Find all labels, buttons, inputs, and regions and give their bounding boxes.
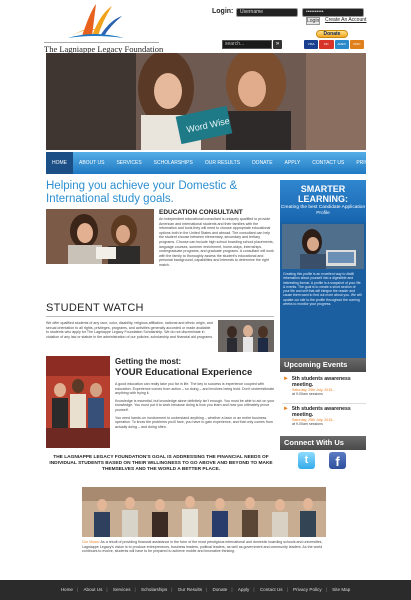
- arrow-bullet-icon: ►: [283, 406, 289, 412]
- footer-separator: |: [77, 587, 79, 592]
- smarter-learning-photo: [282, 224, 364, 269]
- footer-link-apply[interactable]: Apply: [236, 587, 252, 592]
- footer-link-contact-us[interactable]: Contact Us: [258, 587, 285, 592]
- footer-link-our-results[interactable]: Our Results: [176, 587, 204, 592]
- mastercard-icon: MC: [319, 40, 334, 49]
- footer-link-donate[interactable]: Donate: [211, 587, 230, 592]
- create-account-link[interactable]: Create An Account: [325, 17, 366, 23]
- event-title: ► 5th students awareness meeting.: [282, 376, 366, 388]
- footer-link-privacy-policy[interactable]: Privacy Policy: [291, 587, 324, 592]
- consultant-title: EDUCATION CONSULTANT: [159, 209, 243, 216]
- students-group-photo: [82, 487, 326, 537]
- footer-link-services[interactable]: Services: [111, 587, 133, 592]
- vision-body: As a result of providing financial assis…: [82, 540, 323, 553]
- nav-item-home[interactable]: HOME: [46, 152, 73, 174]
- page-headline: Helping you achieve your Domestic & Inte…: [46, 180, 238, 205]
- footer-link-home[interactable]: Home: [59, 587, 75, 592]
- nav-item-our-results[interactable]: OUR RESULTS: [199, 152, 246, 174]
- consultant-photo: [46, 209, 154, 264]
- facebook-icon[interactable]: f: [329, 452, 346, 469]
- event-item[interactable]: ► 5th students awareness meeting. Saturda…: [282, 406, 366, 427]
- amex-card-icon: AMEX: [334, 40, 349, 49]
- main-nav: HOME ABOUT US SERVICES SCHOLARSHIPS OUR …: [46, 152, 398, 174]
- nav-item-services[interactable]: SERVICES: [110, 152, 147, 174]
- footer-separator: |: [171, 587, 173, 592]
- getting-the-most-photo: [46, 356, 110, 448]
- visa-card-icon: VISA: [304, 40, 319, 49]
- vision-text: Our Vision: As a result of providing fin…: [82, 540, 326, 554]
- getting-most-title: Getting the most:: [115, 357, 182, 366]
- nav-item-contact-us[interactable]: CONTACT US: [306, 152, 350, 174]
- getting-most-paragraph-2: Knowledge is essential, but knowledge al…: [115, 398, 275, 412]
- donate-button[interactable]: Donate: [316, 30, 348, 38]
- smarter-learning-body: Creating this profile is an excellent wa…: [283, 272, 362, 307]
- twitter-icon[interactable]: t: [298, 452, 315, 469]
- nav-item-scholarships[interactable]: SCHOLARSHIPS: [148, 152, 199, 174]
- footer-separator: |: [253, 587, 255, 592]
- event-title-text: 5th students awareness meeting.: [292, 406, 351, 418]
- footer-link-site-map[interactable]: Site Map: [330, 587, 352, 592]
- footer-link-about-us[interactable]: About Us: [81, 587, 104, 592]
- getting-most-paragraph-3: You need hands-on involvement to underst…: [115, 415, 274, 429]
- footer-links: Home | About Us | Services | Scholarships | …: [0, 587, 411, 592]
- student-watch-photo: [218, 320, 274, 352]
- footer-separator: |: [134, 587, 136, 592]
- foundation-goal-text: THE LAGNIAPPE LEGACY FOUNDATION'S GOAL I…: [49, 455, 273, 472]
- smarter-learning-subtitle: Creating the best Candidate Application …: [280, 205, 366, 216]
- footer-separator: |: [286, 587, 288, 592]
- smarter-learning-title: SMARTER LEARNING:: [298, 184, 348, 204]
- discover-card-icon: DISC: [349, 40, 364, 49]
- event-title: ► 5th students awareness meeting.: [282, 406, 366, 418]
- nav-item-about-us[interactable]: ABOUT US: [73, 152, 110, 174]
- event-time: at 9.00am sessions: [292, 392, 323, 397]
- vision-label: Our Vision:: [82, 540, 100, 544]
- nav-item-apply[interactable]: APPLY: [279, 152, 307, 174]
- getting-most-paragraph-1: A good education can really take you far…: [115, 382, 275, 396]
- password-field[interactable]: ••••••••••: [302, 8, 364, 17]
- student-watch-title: STUDENT WATCH: [46, 302, 144, 314]
- search-go-button[interactable]: »: [273, 40, 282, 49]
- consultant-body: An independent educational consultant is…: [159, 217, 274, 267]
- getting-most-body: A good education can really take you far…: [115, 382, 275, 429]
- event-time: at 9.00am sessions: [292, 422, 323, 427]
- payment-cards: VISA MC AMEX DISC: [304, 40, 364, 50]
- student-watch-divider: [46, 316, 274, 317]
- event-title-text: 5th students awareness meeting.: [292, 376, 351, 388]
- nav-item-donate[interactable]: DONATE: [246, 152, 278, 174]
- username-field[interactable]: Username: [236, 8, 298, 17]
- upcoming-events-heading: Upcoming Events: [280, 358, 366, 372]
- hero-image: Word Wise: [46, 53, 366, 150]
- logo-flame-art: [68, 4, 124, 38]
- footer-separator: |: [106, 587, 108, 592]
- nav-item-privacy-policy[interactable]: PRIVACY POLICY: [350, 152, 403, 174]
- event-item[interactable]: ► 5th students awareness meeting. Saturda…: [282, 376, 366, 397]
- footer-link-scholarships[interactable]: Scholarships: [139, 587, 169, 592]
- smarter-learning-box: SMARTER LEARNING: Creating the best Cand…: [280, 180, 366, 370]
- event-divider: [282, 403, 366, 404]
- arrow-bullet-icon: ►: [283, 376, 289, 382]
- smarter-learning-header[interactable]: SMARTER LEARNING: Creating the best Cand…: [280, 180, 366, 223]
- footer-separator: |: [206, 587, 208, 592]
- educational-experience-title: YOUR Educational Experience: [115, 367, 253, 378]
- footer-separator: |: [231, 587, 233, 592]
- student-watch-body: We offer qualified students of any race,…: [46, 321, 213, 339]
- connect-with-us-heading: Connect With Us: [280, 436, 366, 450]
- footer-separator: |: [325, 587, 327, 592]
- login-button[interactable]: Login: [306, 17, 320, 25]
- search-input[interactable]: search...: [222, 40, 272, 49]
- login-label: Login:: [212, 8, 234, 15]
